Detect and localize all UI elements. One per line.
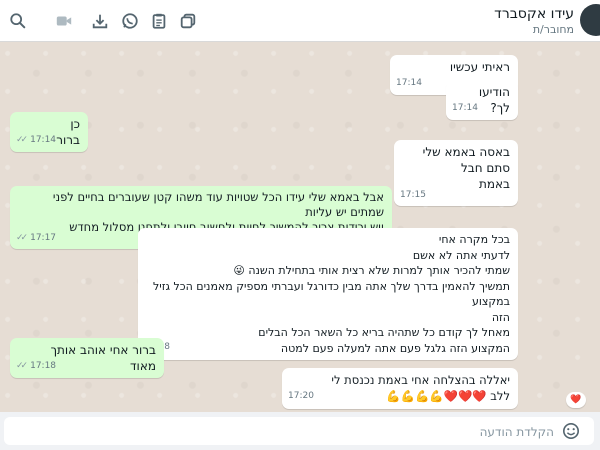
double-check-icon: ✓✓ [16, 135, 28, 145]
contact-info[interactable]: עידו אקסברד מחובר/ת [494, 5, 574, 37]
search-icon[interactable] [8, 11, 28, 31]
message-text: הזה [491, 310, 510, 324]
download-icon[interactable] [90, 11, 110, 31]
message-text: יאללה בהצלחה אחי באמת נכנסת לי ללב ❤️❤️❤… [331, 373, 510, 403]
message-text: שמתי להכיר אותך למרות שלא רצית אותי בתחי… [233, 264, 510, 277]
incoming-message[interactable]: יאללה בהצלחה אחי באמת נכנסת לי ללב ❤️❤️❤… [282, 368, 518, 409]
message-text: אבל באמא שלי עידו הכל שטויות עוד משהו קט… [52, 190, 384, 219]
avatar[interactable] [580, 4, 600, 36]
composer-input-box [4, 417, 594, 447]
message-text: ברור אחי אוהב אותך מאוד [50, 343, 156, 373]
video-call-icon[interactable] [54, 11, 74, 31]
contact-name: עידו אקסברד [494, 6, 574, 22]
emoji-icon[interactable] [562, 422, 580, 440]
message-text: בכל מקרה אחי [438, 233, 510, 246]
message-time: ✓✓ 17:17 [16, 231, 56, 246]
message-text: מאחל לך קודם כל שתהיה בריא כל השאר הכל ה… [258, 326, 510, 339]
incoming-message[interactable]: הודיעו לך? 17:14 [446, 80, 518, 120]
outgoing-message[interactable]: ברור אחי אוהב אותך מאוד ✓✓ 17:18 [10, 338, 164, 378]
message-text: כן ברור [56, 117, 80, 147]
message-time: 17:14 [396, 78, 422, 88]
whatsapp-chat-window: עידו אקסברד מחובר/ת ראיתי עכשיו באינסטגר… [0, 0, 600, 450]
clipboard-icon[interactable] [149, 11, 169, 31]
message-text: לדעתי אתה לא אשם [412, 248, 510, 262]
message-text: הודיעו לך? [478, 85, 510, 115]
message-time: 17:15 [400, 190, 426, 200]
double-check-icon: ✓✓ [16, 361, 28, 371]
message-time: 17:20 [288, 391, 314, 401]
chat-header: עידו אקסברד מחובר/ת [0, 0, 600, 42]
message-input[interactable] [12, 417, 556, 447]
whatsapp-icon[interactable] [120, 11, 140, 31]
message-list: ראיתי עכשיו באינסטגרם 17:14 הודיעו לך? 1… [0, 42, 600, 412]
message-time: 17:14 [452, 103, 478, 113]
composer-bar [0, 412, 600, 450]
contact-status: מחובר/ת [532, 23, 574, 36]
message-time: ✓✓ 17:18 [16, 358, 56, 374]
message-text: באסה באמא שלי סתם חבל [422, 145, 510, 175]
incoming-message[interactable]: בכל מקרה אחי לדעתי אתה לא אשם שמתי להכיר… [138, 228, 518, 360]
double-check-icon: ✓✓ [16, 233, 28, 243]
outgoing-message[interactable]: כן ברור ✓✓ 17:14 [10, 112, 88, 152]
copy-icon[interactable] [178, 11, 198, 31]
incoming-message[interactable]: באסה באמא שלי סתם חבל באמת 17:15 [394, 140, 518, 206]
message-time: ✓✓ 17:14 [16, 132, 56, 148]
message-text: המקצוע הזה גלגל פעם אתה למעלה פעם למטה [280, 341, 510, 355]
reaction-badge[interactable]: ❤️ [566, 392, 586, 408]
message-text: תמשיך להאמין בדרך שלך אתה מבין כדורגל וע… [152, 279, 510, 309]
